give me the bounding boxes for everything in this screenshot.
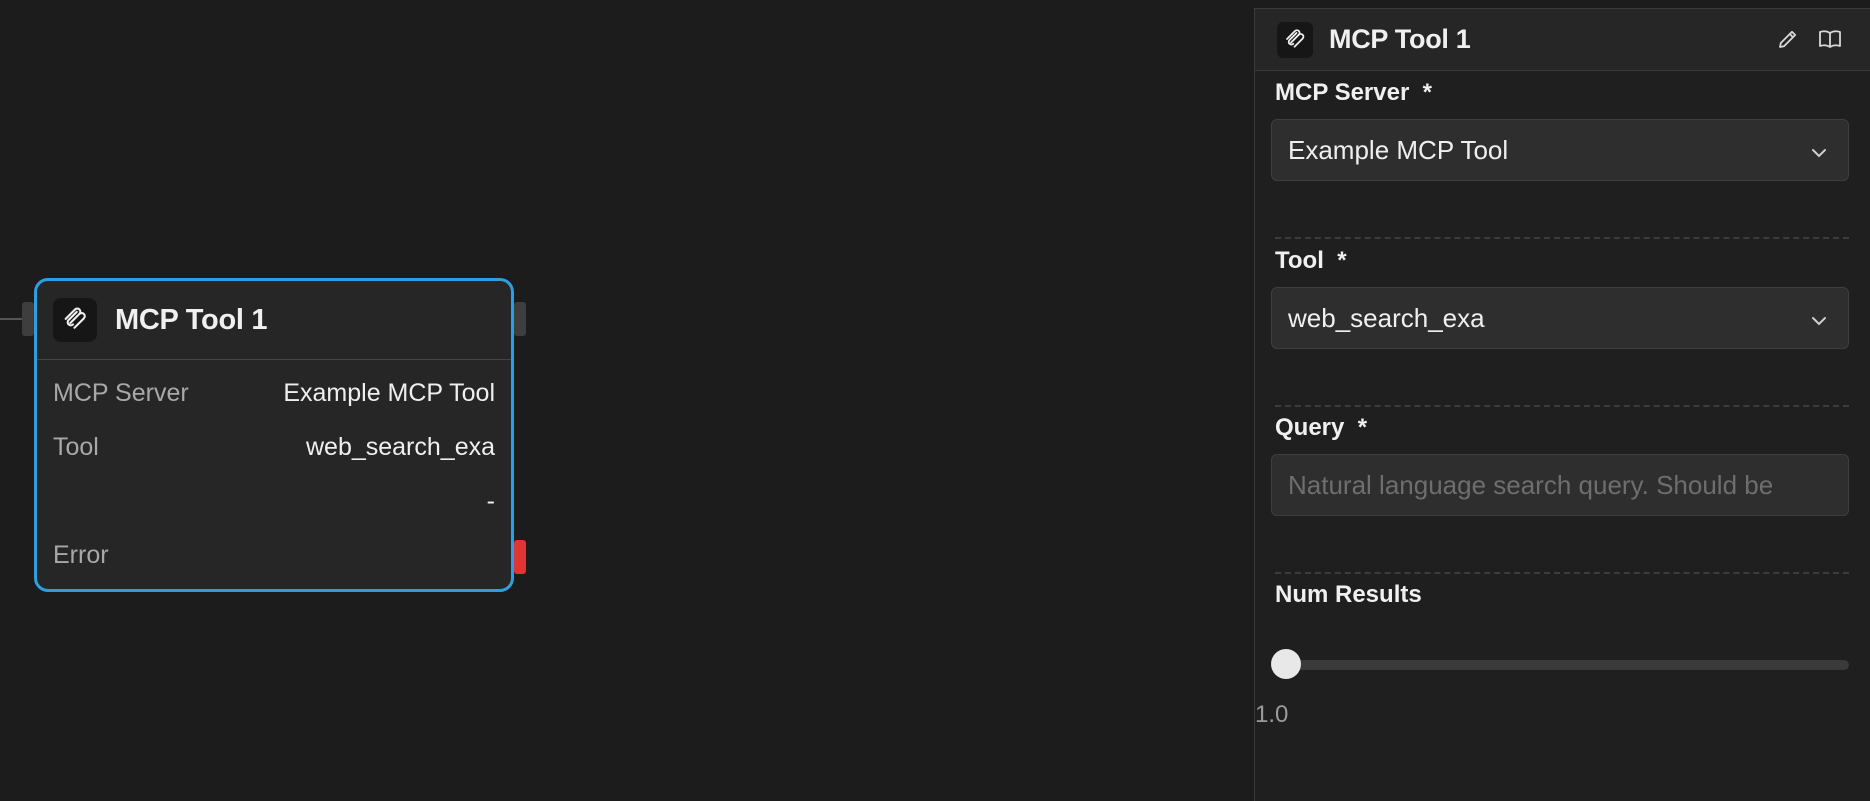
workflow-canvas[interactable]: MCP Tool 1 MCP Server Example MCP Tool T… (0, 0, 1254, 800)
num-results-value: 1.0 (1255, 701, 1289, 728)
mcp-icon (1277, 21, 1313, 58)
query-label-text: Query (1275, 414, 1345, 441)
node-row-value: web_search_exa (305, 433, 495, 461)
tool-label: Tool * (1275, 247, 1347, 275)
input-handle[interactable] (22, 302, 34, 336)
required-marker: * (1337, 247, 1347, 274)
node-row-key: Error (53, 541, 109, 569)
tool-value: web_search_exa (1288, 302, 1485, 333)
divider (1275, 572, 1849, 574)
incoming-edge (0, 318, 22, 320)
properties-panel: MCP Tool 1 MCP Server * Example MCP Tool… (1254, 8, 1870, 801)
panel-title: MCP Tool 1 (1329, 24, 1471, 54)
mcp-server-label: MCP Server * (1275, 79, 1432, 107)
node-row-error: Error (53, 541, 495, 570)
query-input[interactable] (1271, 454, 1849, 516)
mcp-server-select[interactable]: Example MCP Tool (1271, 119, 1849, 181)
node-row-value: Example MCP Tool (283, 379, 495, 407)
node-title: MCP Tool 1 (115, 303, 268, 336)
required-marker: * (1357, 414, 1368, 441)
tool-label-text: Tool (1275, 247, 1324, 274)
node-header: MCP Tool 1 (37, 281, 511, 360)
num-results-label: Num Results (1275, 581, 1422, 608)
error-handle[interactable] (514, 540, 526, 574)
num-results-slider-track[interactable] (1285, 660, 1849, 670)
query-label: Query * (1275, 414, 1367, 442)
node-row-tool: Tool web_search_exa (53, 433, 495, 462)
chevron-down-icon (1808, 308, 1830, 339)
num-results-slider-thumb[interactable] (1271, 649, 1301, 679)
book-icon[interactable] (1815, 24, 1845, 54)
mcp-tool-node[interactable]: MCP Tool 1 MCP Server Example MCP Tool T… (34, 278, 514, 592)
mcp-server-label-text: MCP Server (1275, 79, 1410, 106)
tool-select[interactable]: web_search_exa (1271, 287, 1849, 349)
mcp-server-value: Example MCP Tool (1288, 134, 1509, 165)
required-marker: * (1422, 79, 1432, 106)
node-row-value: - (486, 487, 495, 515)
node-row-output: - (53, 487, 495, 516)
panel-header: MCP Tool 1 (1255, 9, 1870, 71)
node-row-key: MCP Server (53, 379, 189, 407)
divider (1275, 405, 1849, 407)
pencil-icon[interactable] (1773, 24, 1803, 54)
divider (1275, 237, 1849, 239)
chevron-down-icon (1808, 140, 1830, 171)
node-row-key: Tool (53, 433, 99, 461)
node-row-mcp-server: MCP Server Example MCP Tool (53, 379, 495, 408)
mcp-icon (53, 298, 97, 342)
output-handle[interactable] (514, 302, 526, 336)
